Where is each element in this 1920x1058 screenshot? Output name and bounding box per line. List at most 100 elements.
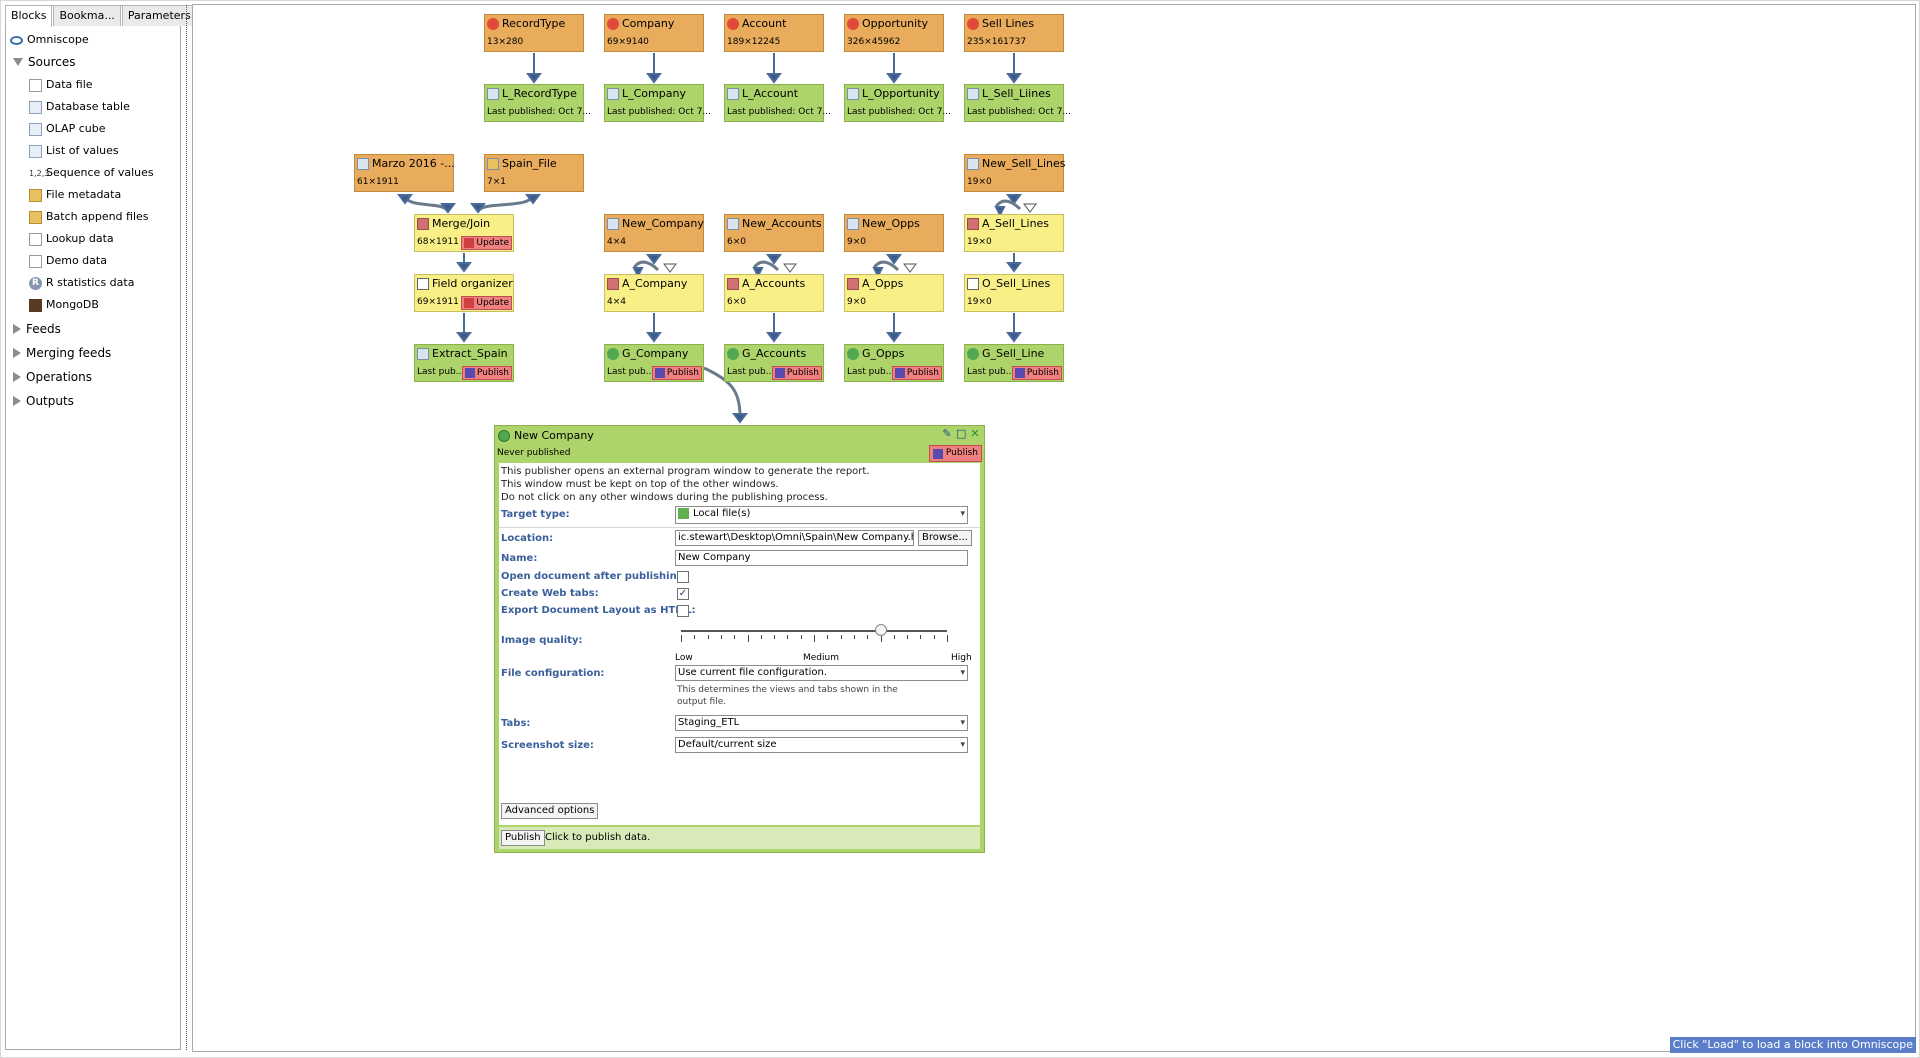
block-new-accounts[interactable]: New_Accounts 6×0 (724, 214, 824, 252)
merge-icon (607, 278, 619, 290)
tree-item-list-of-values[interactable]: List of values (29, 142, 119, 160)
block-g-sell-line[interactable]: G_Sell_Line Last pub... Publish (964, 344, 1064, 382)
tree-item-lookup-data[interactable]: Lookup data (29, 230, 114, 248)
publish-button[interactable]: Publish (1011, 366, 1062, 380)
globe-icon (847, 348, 859, 360)
block-field-organizer[interactable]: Field organizer 69×1911 Update (414, 274, 514, 312)
block-status: Last published: Oct 7... (967, 107, 1072, 117)
name-input[interactable]: New Company (675, 550, 968, 566)
update-button[interactable]: Update (461, 296, 512, 310)
blocks-panel (5, 5, 181, 1050)
block-g-opps[interactable]: G_Opps Last pub... Publish (844, 344, 944, 382)
block-account[interactable]: Account 189×12245 (724, 14, 824, 52)
export-layout-checkbox[interactable] (677, 605, 689, 617)
tree-item-omniscope[interactable]: Omniscope (10, 31, 89, 49)
tree-item-olap-cube[interactable]: OLAP cube (29, 120, 105, 138)
block-extract-spain[interactable]: Extract_Spain Last pub... Publish (414, 344, 514, 382)
browse-button[interactable]: Browse... (918, 530, 972, 546)
block-opportunity[interactable]: Opportunity 326×45962 (844, 14, 944, 52)
slider-tick (933, 635, 935, 639)
tree-item-label: Lookup data (46, 232, 114, 245)
publish-button[interactable]: Publish (461, 366, 512, 380)
file-icon (847, 88, 859, 100)
image-quality-slider[interactable] (679, 623, 949, 653)
block-l-recordtype[interactable]: L_RecordType Last published: Oct 7... (484, 84, 591, 122)
image-quality-label: Image quality: (501, 635, 583, 646)
update-button[interactable]: Update (461, 236, 512, 250)
tree-category-merging-feeds[interactable]: Merging feeds (13, 344, 111, 362)
block-l-sell-liines[interactable]: L_Sell_Liines Last published: Oct 7... (964, 84, 1071, 122)
block-l-account[interactable]: L_Account Last published: Oct 7... (724, 84, 831, 122)
slider-tick (787, 635, 789, 639)
block-g-company[interactable]: G_Company Last pub... Publish (604, 344, 704, 382)
block-l-company[interactable]: L_Company Last published: Oct 7... (604, 84, 711, 122)
block-marzo-2016[interactable]: Marzo 2016 -... 61×1911 (354, 154, 455, 192)
tree-item-batch-append-files[interactable]: Batch append files (29, 208, 149, 226)
block-l-opportunity[interactable]: L_Opportunity Last published: Oct 7... (844, 84, 951, 122)
publish-button[interactable]: Publish (651, 366, 702, 380)
expand-triangle-icon (13, 372, 21, 382)
tab-blocks[interactable]: Blocks (5, 5, 53, 27)
block-company[interactable]: Company 69×9140 (604, 14, 704, 52)
web-tabs-checkbox[interactable]: ✓ (677, 588, 689, 600)
tree-category-label: Operations (26, 370, 92, 384)
block-o-sell-lines[interactable]: O_Sell_Lines 19×0 (964, 274, 1064, 312)
tree-item-mongodb[interactable]: MongoDB (29, 296, 99, 314)
block-a-opps[interactable]: A_Opps 9×0 (844, 274, 944, 312)
block-new-opps[interactable]: New_Opps 9×0 (844, 214, 944, 252)
tree-item-data-file[interactable]: Data file (29, 76, 93, 94)
block-status: Last published: Oct 7... (727, 107, 832, 117)
location-input[interactable]: ic.stewart\Desktop\Omni\Spain\New Compan… (675, 530, 914, 546)
tree-item-demo-data[interactable]: Demo data (29, 252, 107, 270)
tree-item-label: Sequence of values (46, 166, 154, 179)
block-recordtype[interactable]: RecordType 13×280 (484, 14, 584, 52)
advanced-options-button[interactable]: Advanced options (501, 803, 599, 819)
screenshot-size-select[interactable]: Default/current size (675, 737, 968, 753)
publisher-header[interactable]: New Company Never published ✎ □ ✕ Publis… (495, 426, 984, 462)
block-sell-lines[interactable]: Sell Lines 235×161737 (964, 14, 1064, 52)
target-type-label: Target type: (501, 509, 570, 520)
block-new-sell-lines[interactable]: New_Sell_Lines 19×0 (964, 154, 1066, 192)
close-icon[interactable]: ✕ (970, 428, 980, 439)
panel-splitter[interactable] (186, 5, 189, 1050)
publish-icon (654, 368, 665, 378)
block-size: 69×9140 (607, 37, 649, 47)
block-a-company[interactable]: A_Company 4×4 (604, 274, 704, 312)
file-config-help: This determines the views and tabs shown… (677, 684, 898, 708)
block-a-sell-lines[interactable]: A_Sell_Lines 19×0 (964, 214, 1064, 252)
merge-icon (967, 218, 979, 230)
open-document-checkbox[interactable] (677, 571, 689, 583)
tree-item-file-metadata[interactable]: File metadata (29, 186, 121, 204)
block-spain-file[interactable]: Spain_File 7×1 (484, 154, 584, 192)
footer-publish-button[interactable]: Publish (501, 830, 545, 846)
block-merge-join[interactable]: Merge/Join 68×1911 Update (414, 214, 514, 252)
block-a-accounts[interactable]: A_Accounts 6×0 (724, 274, 824, 312)
block-new-company[interactable]: New_Company 4×4 (604, 214, 704, 252)
publish-button[interactable]: Publish (771, 366, 822, 380)
tree-category-outputs[interactable]: Outputs (13, 392, 74, 410)
wrench-icon[interactable]: ✎ (942, 428, 952, 439)
publisher-description: This publisher opens an external program… (501, 465, 870, 504)
block-g-accounts[interactable]: G_Accounts Last pub... Publish (724, 344, 824, 382)
block-status: Last pub... (417, 367, 465, 377)
slider-knob[interactable] (874, 624, 887, 636)
tree-category-operations[interactable]: Operations (13, 368, 92, 386)
file-config-select[interactable]: Use current file configuration. (675, 665, 968, 681)
block-title: Company (622, 17, 675, 30)
tree-category-feeds[interactable]: Feeds (13, 320, 61, 338)
tree-item-r-statistics-data[interactable]: R R statistics data (29, 274, 134, 292)
publish-button[interactable]: Publish (891, 366, 942, 380)
tabs-select[interactable]: Staging_ETL (675, 715, 968, 731)
publisher-body: This publisher opens an external program… (499, 463, 980, 825)
tree-item-sequence-of-values[interactable]: 1,2,3 Sequence of values (29, 164, 154, 182)
maximize-icon[interactable]: □ (956, 428, 966, 439)
source-icon (847, 18, 859, 30)
block-title: L_Opportunity (862, 87, 940, 100)
tab-bookmarks[interactable]: Bookma... (53, 5, 121, 26)
slider-tick (774, 635, 776, 639)
tree-item-database-table[interactable]: Database table (29, 98, 130, 116)
target-type-select[interactable]: Local file(s) (675, 506, 968, 524)
publish-button[interactable]: Publish (928, 445, 982, 462)
block-size: 19×0 (967, 297, 992, 307)
tree-category-sources[interactable]: Sources (13, 53, 75, 71)
